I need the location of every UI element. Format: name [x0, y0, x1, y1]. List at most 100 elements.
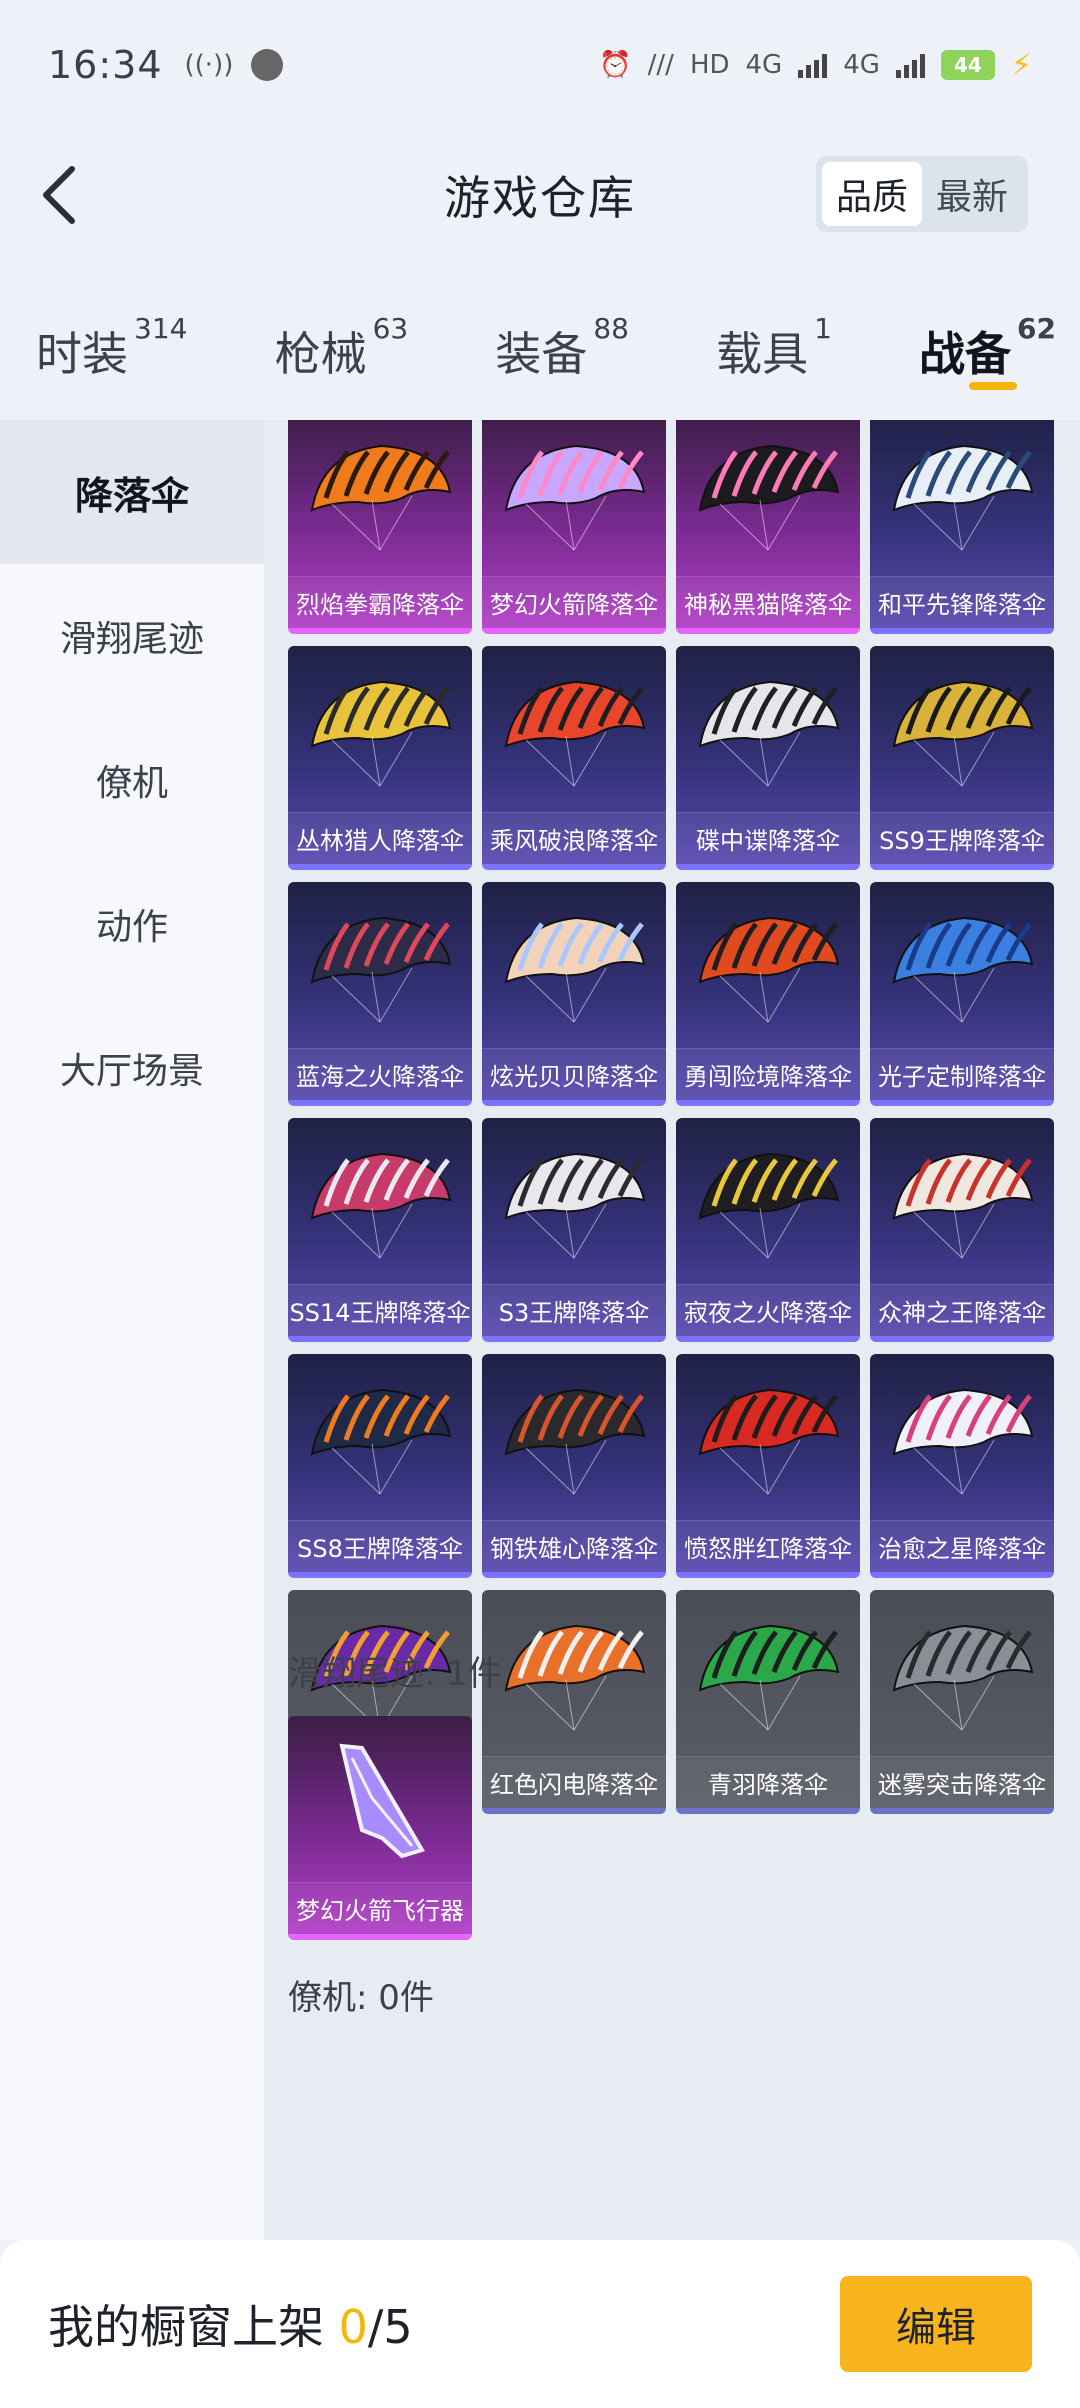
parachute-image [504, 1388, 646, 1495]
category-tab[interactable]: 装备 88 [495, 290, 629, 410]
trail-grid: 梦幻火箭飞行器 [288, 1716, 1054, 1940]
parachute-image [698, 1388, 840, 1495]
item-card[interactable]: 乘风破浪降落伞 [482, 646, 666, 870]
parachute-image [310, 916, 452, 1023]
item-card[interactable]: 碟中谍降落伞 [676, 646, 860, 870]
item-name: SS14王牌降落伞 [288, 1284, 472, 1336]
parachute-image [310, 444, 452, 551]
item-name: 勇闯险境降落伞 [676, 1048, 860, 1100]
category-tabs: 时装 314 枪械 63 装备 88 载具 1 战备 62 [0, 290, 1080, 410]
item-name: 钢铁雄心降落伞 [482, 1520, 666, 1572]
network-4g-label-2: 4G [843, 50, 880, 80]
category-tab-count: 314 [134, 312, 188, 345]
parachute-image [892, 1388, 1034, 1495]
showcase-bar: 我的橱窗上架 0/5 编辑 [0, 2240, 1080, 2408]
item-card[interactable]: SS9王牌降落伞 [870, 646, 1054, 870]
item-name: 光子定制降落伞 [870, 1048, 1054, 1100]
back-button[interactable] [30, 160, 90, 230]
category-tab-count: 62 [1017, 312, 1056, 345]
category-tab-count: 63 [372, 312, 409, 345]
category-tab[interactable]: 枪械 63 [275, 290, 409, 410]
showcase-count: 0 [338, 2300, 368, 2354]
item-card[interactable]: 和平先锋降落伞 [870, 420, 1054, 634]
item-card[interactable]: 寂夜之火降落伞 [676, 1118, 860, 1342]
header: 游戏仓库 品质 最新 [0, 140, 1080, 250]
sidebar: 降落伞 滑翔尾迹 僚机 动作 大厅场景 [0, 420, 264, 2240]
item-card[interactable]: 钢铁雄心降落伞 [482, 1354, 666, 1578]
sidebar-item[interactable]: 动作 [0, 852, 264, 996]
signal-icon [798, 52, 828, 78]
item-card[interactable]: 梦幻火箭飞行器 [288, 1716, 472, 1940]
sidebar-item[interactable]: 滑翔尾迹 [0, 564, 264, 708]
item-card[interactable]: 烈焰拳霸降落伞 [288, 420, 472, 634]
charging-icon: ⚡ [1010, 47, 1032, 83]
carrier-icon: /// [647, 50, 674, 80]
active-tab-indicator [969, 382, 1017, 390]
item-card[interactable]: 蓝海之火降落伞 [288, 882, 472, 1106]
item-name: SS9王牌降落伞 [870, 812, 1054, 864]
page-title: 游戏仓库 [444, 171, 636, 225]
item-card[interactable]: 愤怒胖红降落伞 [676, 1354, 860, 1578]
status-time: 16:34 [48, 43, 163, 87]
signal-icon-2 [895, 52, 925, 78]
category-tab-label: 载具 [716, 327, 809, 381]
item-card[interactable]: S3王牌降落伞 [482, 1118, 666, 1342]
category-tab-label: 装备 [495, 327, 588, 381]
item-name: 愤怒胖红降落伞 [676, 1520, 860, 1572]
network-4g-label: 4G [745, 50, 783, 80]
sidebar-item[interactable]: 僚机 [0, 708, 264, 852]
item-name: SS8王牌降落伞 [288, 1520, 472, 1572]
hotspot-icon: ((·)) [184, 50, 234, 80]
wingman-section-label: 僚机: 0件 [288, 1978, 434, 2018]
category-tab[interactable]: 时装 314 [36, 290, 187, 410]
sort-quality-button[interactable]: 品质 [821, 162, 922, 226]
showcase-status: 我的橱窗上架 0/5 [48, 2291, 413, 2357]
parachute-image [310, 1388, 452, 1495]
item-card[interactable]: 勇闯险境降落伞 [676, 882, 860, 1106]
status-bar: 16:34 ((·)) ⏰ /// HD 4G 4G 44 ⚡ [0, 0, 1080, 130]
item-card[interactable]: SS14王牌降落伞 [288, 1118, 472, 1342]
item-card[interactable]: 光子定制降落伞 [870, 882, 1054, 1106]
item-card[interactable]: 梦幻火箭降落伞 [482, 420, 666, 634]
category-tab-count: 88 [593, 312, 629, 345]
item-card[interactable]: 炫光贝贝降落伞 [482, 882, 666, 1106]
sidebar-item[interactable]: 降落伞 [0, 420, 264, 564]
edit-button[interactable]: 编辑 [840, 2276, 1032, 2372]
category-tab-label: 时装 [36, 327, 128, 381]
parachute-image [504, 444, 646, 551]
parachute-image [698, 680, 840, 787]
parachute-image [504, 1152, 646, 1259]
glider-image [339, 1743, 426, 1859]
parachute-grid: 烈焰拳霸降落伞 梦幻火箭降落伞 神秘黑猫降落伞 和平先锋降落伞丛林猎人降落伞 乘风破浪降… [288, 420, 1054, 1814]
sidebar-item[interactable]: 大厅场景 [0, 996, 264, 1140]
item-name: 碟中谍降落伞 [676, 812, 860, 864]
category-tab[interactable]: 载具 1 [716, 290, 832, 410]
item-name: 众神之王降落伞 [870, 1284, 1054, 1336]
battery-icon: 44 [940, 50, 995, 80]
parachute-image [892, 916, 1034, 1023]
item-card[interactable]: 神秘黑猫降落伞 [676, 420, 860, 634]
item-name: 梦幻火箭降落伞 [482, 576, 666, 628]
parachute-image [698, 444, 840, 551]
sort-newest-button[interactable]: 最新 [922, 162, 1022, 226]
parachute-image [892, 444, 1034, 551]
item-name: 神秘黑猫降落伞 [676, 576, 860, 628]
item-name: 炫光贝贝降落伞 [482, 1048, 666, 1100]
category-tab[interactable]: 战备 62 [919, 290, 1056, 410]
app-notification-icon [251, 49, 284, 81]
item-card[interactable]: 众神之王降落伞 [870, 1118, 1054, 1342]
item-card[interactable]: 治愈之星降落伞 [870, 1354, 1054, 1578]
showcase-prefix: 我的橱窗上架 [48, 2300, 339, 2354]
hd-icon: HD [689, 50, 730, 80]
item-name: 治愈之星降落伞 [870, 1520, 1054, 1572]
item-name: 寂夜之火降落伞 [676, 1284, 860, 1336]
item-name: 烈焰拳霸降落伞 [288, 576, 472, 628]
parachute-image [698, 1152, 840, 1259]
item-name: 蓝海之火降落伞 [288, 1048, 472, 1100]
parachute-image [310, 680, 452, 787]
item-card[interactable]: SS8王牌降落伞 [288, 1354, 472, 1578]
parachute-image [310, 1152, 452, 1259]
showcase-limit: /5 [367, 2300, 413, 2354]
item-card[interactable]: 丛林猎人降落伞 [288, 646, 472, 870]
parachute-image [504, 680, 646, 787]
